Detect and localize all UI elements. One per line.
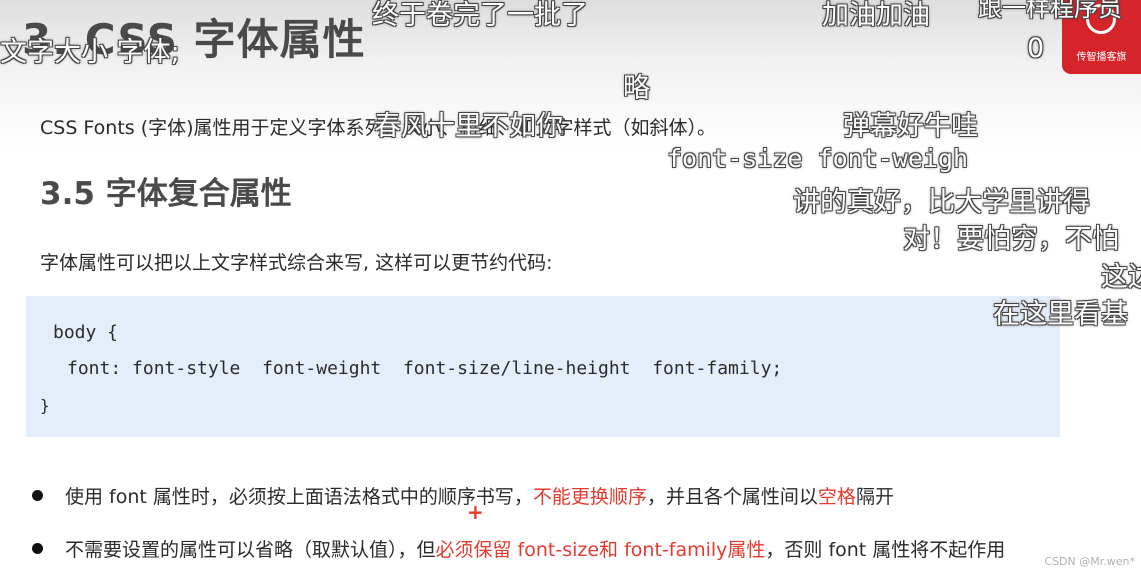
- bullet-dot-icon: [32, 490, 43, 501]
- description-text: 字体属性可以把以上文字样式综合来写, 这样可以更节约代码:: [40, 252, 553, 274]
- danmaku-comment: 加油加油: [822, 0, 930, 31]
- bullet-2-text: 不需要设置的属性可以省略（取默认值），但: [65, 539, 436, 561]
- danmaku-comment: 讲的真好，比大学里讲得: [793, 187, 1090, 218]
- bullet-1-text-end: 隔开: [855, 486, 894, 508]
- danmaku-comment: font-size font-weigh: [667, 144, 969, 173]
- bullet-2-highlight: 必须保留 font-size和 font-family属性: [435, 539, 766, 561]
- code-line-1: body {: [53, 322, 119, 343]
- code-line-3: }: [40, 396, 50, 415]
- danmaku-comment: 0: [1027, 33, 1045, 64]
- bullet-2-text-end: ，否则 font 属性将不起作用: [765, 539, 1006, 561]
- slide: 3. CSS 字体属性 CSS Fonts (字体)属性用于定义字体系列、大小、…: [0, 0, 1141, 577]
- danmaku-comment: 这边: [1101, 262, 1141, 293]
- danmaku-comment: 春风十里不如你: [374, 111, 563, 142]
- csdn-watermark: CSDN @Mr.wen*: [1044, 555, 1135, 568]
- danmaku-comment: 在这里看基: [993, 299, 1128, 330]
- bullet-1-text-mid: ，并且各个属性间以: [646, 486, 818, 508]
- danmaku-comment: 终于卷完了一批了: [372, 0, 588, 31]
- bullet-item-2: 不需要设置的属性可以省略（取默认值），但必须保留 font-size和 font…: [32, 535, 1005, 562]
- bullet-1-highlight-1: 不能更换顺序: [532, 486, 647, 508]
- danmaku-comment: 弹幕好牛哇: [843, 111, 978, 142]
- danmaku-comment: 跟一样程序员: [978, 0, 1122, 22]
- bullet-1-highlight-2: 空格: [817, 486, 856, 508]
- bullet-dot-icon: [32, 543, 43, 554]
- danmaku-comment: 略: [623, 73, 650, 104]
- bullet-1-text: 使用 font 属性时，必须按上面语法格式中的顺序书写，: [65, 486, 533, 508]
- cursor-plus-icon: +: [467, 500, 484, 524]
- danmaku-comment: 文字大小 字体;: [0, 37, 180, 68]
- logo-text: 传智播客旗: [1076, 52, 1127, 63]
- section-title: 3.5 字体复合属性: [40, 176, 292, 212]
- danmaku-comment: 对！要怕穷，不怕: [903, 224, 1119, 255]
- bullet-item-1: 使用 font 属性时，必须按上面语法格式中的顺序书写，不能更换顺序，并且各个属…: [32, 482, 894, 509]
- code-line-2: font: font-style font-weight font-size/l…: [67, 358, 783, 379]
- code-block: body { font: font-style font-weight font…: [26, 296, 1060, 437]
